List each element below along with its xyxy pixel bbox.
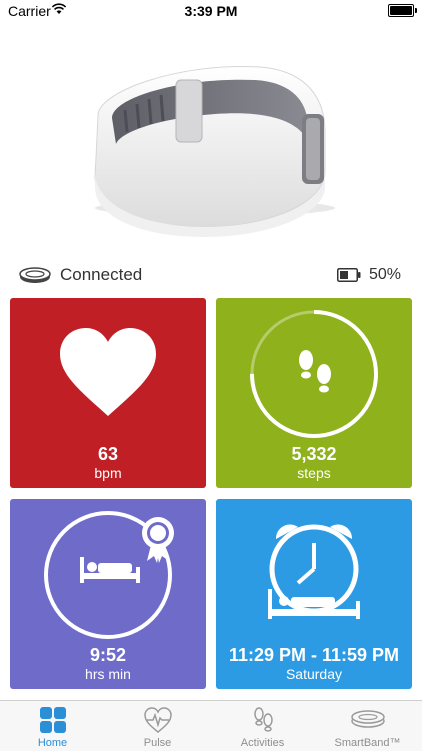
steps-tile[interactable]: 5,332 steps [216,298,412,488]
tab-smartband[interactable]: SmartBand™ [315,701,420,751]
smartband-icon [19,267,51,283]
pulse-tile[interactable]: 63 bpm [10,298,206,488]
sleep-unit: hrs min [85,666,131,682]
tab-pulse-label: Pulse [143,737,172,749]
battery-percent: 50% [369,266,402,283]
alarm-value: 11:29 PM - 11:59 PM [228,645,400,665]
pulse-value: 63 [97,444,119,464]
steps-unit: steps [297,465,331,481]
tab-pulse[interactable]: Pulse [105,701,210,751]
heart-icon [60,328,156,416]
footprints-icon [253,707,273,732]
device-status-row: Connected 50% [0,258,422,292]
tab-activities[interactable]: Activities [210,701,315,751]
alarm-tile[interactable]: 11:29 PM - 11:59 PM Saturday [216,499,412,689]
alarm-day: Saturday [285,666,343,682]
tab-activities-label: Activities [240,737,285,749]
steps-value: 5,332 [291,444,337,464]
connection-status: Connected [60,265,143,284]
battery-icon [337,268,361,282]
sleep-tile[interactable]: 9:52 hrs min [10,499,206,689]
award-ribbon-icon [142,517,174,563]
alarm-clock-icon [268,524,360,619]
pulse-unit: bpm [94,465,122,481]
smartband-icon [350,710,385,728]
battery-icon [388,4,417,17]
tab-smartband-label: SmartBand™ [334,737,401,749]
status-bar: Carrier 3:39 PM [0,0,422,22]
sleep-value: 9:52 [89,645,127,665]
grid-icon [39,707,66,733]
tab-home[interactable]: Home [0,701,105,751]
bed-icon [80,557,140,583]
sleep-ring [44,511,174,639]
tab-bar: Home Pulse Activities SmartBand™ [0,700,422,751]
pulse-heart-icon [143,707,172,733]
smartband-image [94,65,335,237]
steps-progress-ring [250,310,378,438]
clock: 3:39 PM [184,3,238,19]
tab-home-label: Home [37,737,68,749]
footprints-icon [299,350,331,393]
